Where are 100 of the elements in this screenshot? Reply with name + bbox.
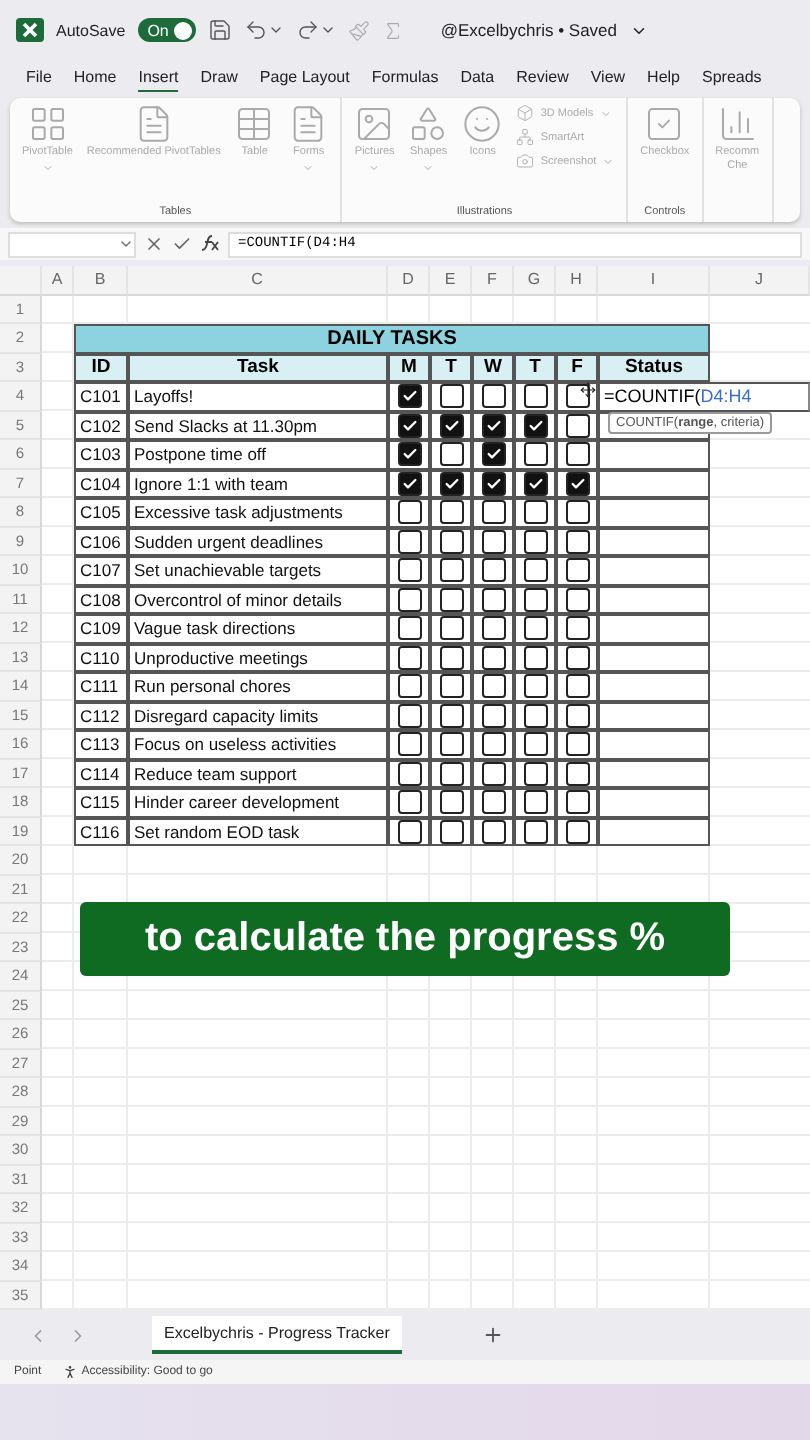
checkbox[interactable]	[439, 529, 463, 554]
checkbox[interactable]	[397, 645, 421, 670]
document-title[interactable]: @Excelbychris • Saved	[440, 20, 618, 40]
checkbox[interactable]	[481, 703, 505, 728]
checkbox[interactable]	[397, 790, 421, 815]
checkbox[interactable]	[397, 732, 421, 757]
checkbox[interactable]	[481, 529, 505, 554]
checkbox[interactable]	[397, 761, 421, 786]
checkbox[interactable]	[439, 645, 463, 670]
caret-icon[interactable]	[268, 22, 285, 38]
checkbox[interactable]	[481, 645, 505, 670]
checkbox[interactable]	[481, 384, 505, 409]
checkbox[interactable]	[523, 384, 547, 409]
checkbox[interactable]	[397, 471, 421, 496]
checkbox[interactable]	[565, 558, 589, 583]
menu-tab[interactable]: Formulas	[371, 64, 439, 92]
checkbox[interactable]	[523, 819, 547, 844]
menu-tab[interactable]: Draw	[200, 64, 238, 92]
checkbox[interactable]	[523, 732, 547, 757]
checkbox[interactable]	[481, 616, 505, 641]
checkbox[interactable]	[397, 558, 421, 583]
menu-tab[interactable]: View	[590, 64, 626, 92]
checkbox[interactable]	[523, 471, 547, 496]
caret-icon[interactable]	[118, 236, 134, 252]
checkbox[interactable]	[565, 471, 589, 496]
checkbox[interactable]	[565, 674, 589, 699]
cancel-icon[interactable]	[144, 234, 164, 254]
checkbox[interactable]	[565, 819, 589, 844]
checkbox[interactable]	[565, 703, 589, 728]
checkbox[interactable]	[523, 500, 547, 525]
column-header[interactable]: G	[514, 266, 556, 295]
column-header[interactable]: E	[430, 266, 472, 295]
checkbox[interactable]	[397, 442, 421, 467]
checkbox[interactable]	[523, 616, 547, 641]
checkbox[interactable]	[439, 558, 463, 583]
checkbox[interactable]	[481, 442, 505, 467]
checkbox[interactable]	[523, 674, 547, 699]
checkbox[interactable]	[397, 616, 421, 641]
menu-tab[interactable]: File	[26, 64, 52, 92]
checkbox[interactable]	[439, 819, 463, 844]
column-header[interactable]: I	[598, 266, 710, 295]
checkbox[interactable]	[481, 413, 505, 438]
checkbox[interactable]	[397, 529, 421, 554]
checkbox[interactable]	[439, 790, 463, 815]
enter-icon[interactable]	[172, 234, 192, 254]
menu-tab[interactable]: Home	[73, 64, 117, 92]
checkbox[interactable]	[481, 471, 505, 496]
checkbox[interactable]	[481, 674, 505, 699]
accessibility-icon[interactable]	[61, 1364, 78, 1380]
checkbox[interactable]	[439, 761, 463, 786]
checkbox[interactable]	[481, 587, 505, 612]
column-header[interactable]: A	[42, 266, 74, 295]
checkbox[interactable]	[565, 645, 589, 670]
checkbox[interactable]	[565, 790, 589, 815]
column-header[interactable]: H	[556, 266, 598, 295]
undo-icon[interactable]	[244, 18, 269, 42]
checkbox[interactable]	[523, 442, 547, 467]
menu-tab[interactable]: Review	[516, 64, 569, 92]
checkbox[interactable]	[523, 558, 547, 583]
checkbox[interactable]	[523, 761, 547, 786]
menu-tab[interactable]: Spreads	[702, 64, 762, 92]
checkbox[interactable]	[481, 558, 505, 583]
checkbox[interactable]	[565, 529, 589, 554]
checkbox[interactable]	[565, 616, 589, 641]
column-header[interactable]: F	[472, 266, 514, 295]
checkbox[interactable]	[565, 587, 589, 612]
checkbox[interactable]	[439, 674, 463, 699]
checkbox[interactable]	[481, 500, 505, 525]
checkbox[interactable]	[523, 587, 547, 612]
autosave-toggle[interactable]: On	[137, 18, 197, 42]
save-icon[interactable]	[208, 18, 233, 42]
menu-tab[interactable]: Page Layout	[259, 64, 350, 92]
checkbox[interactable]	[397, 500, 421, 525]
checkbox[interactable]	[397, 674, 421, 699]
checkbox[interactable]	[565, 442, 589, 467]
checkbox[interactable]	[397, 587, 421, 612]
checkbox[interactable]	[439, 587, 463, 612]
checkbox[interactable]	[397, 703, 421, 728]
checkbox[interactable]	[565, 761, 589, 786]
checkbox[interactable]	[565, 732, 589, 757]
checkbox[interactable]	[397, 384, 421, 409]
menu-tab[interactable]: Data	[460, 64, 495, 92]
checkbox[interactable]	[523, 790, 547, 815]
column-header[interactable]: J	[710, 266, 810, 295]
checkbox[interactable]	[565, 500, 589, 525]
checkbox[interactable]	[439, 384, 463, 409]
checkbox[interactable]	[481, 732, 505, 757]
checkbox[interactable]	[523, 413, 547, 438]
column-header[interactable]: C	[128, 266, 388, 295]
checkbox[interactable]	[439, 442, 463, 467]
checkbox[interactable]	[439, 471, 463, 496]
checkbox[interactable]	[481, 790, 505, 815]
checkbox[interactable]	[439, 703, 463, 728]
column-header[interactable]: B	[74, 266, 128, 295]
checkbox[interactable]	[523, 703, 547, 728]
checkbox[interactable]	[481, 761, 505, 786]
caret-icon[interactable]	[320, 22, 337, 38]
checkbox[interactable]	[439, 413, 463, 438]
checkbox[interactable]	[565, 384, 589, 409]
checkbox[interactable]	[481, 819, 505, 844]
